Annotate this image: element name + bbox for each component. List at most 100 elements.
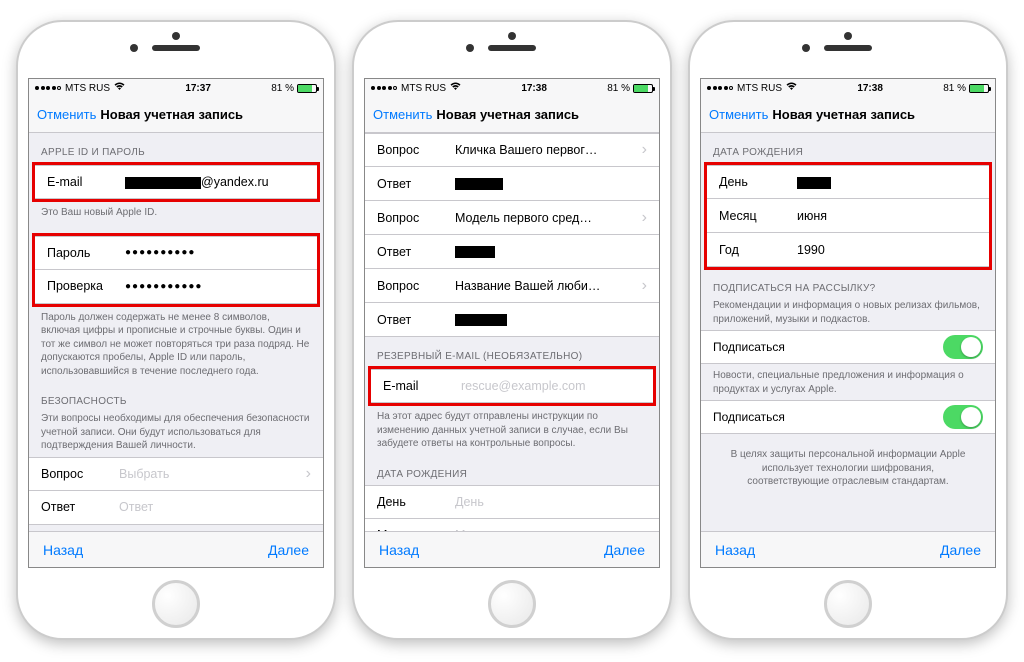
status-bar: MTS RUS 17:38 81 % — [365, 79, 659, 97]
signal-dots-icon — [35, 86, 61, 90]
highlight-password: Пароль ●●●●●●●●●● Проверка ●●●●●●●●●●● — [32, 233, 320, 307]
nav-title: Новая учетная запись — [436, 107, 579, 122]
battery-icon — [969, 84, 989, 93]
back-button[interactable]: Назад — [379, 542, 419, 558]
month-value: июня — [797, 209, 977, 223]
year-row[interactable]: Год 1990 — [707, 233, 989, 267]
toolbar: Назад Далее — [365, 531, 659, 567]
question-label: Вопрос — [377, 143, 455, 157]
answer-1-row[interactable]: Ответ — [365, 167, 659, 201]
day-row[interactable]: День День — [365, 485, 659, 519]
navigation-bar: Отменить Новая учетная запись — [29, 97, 323, 133]
sensor — [172, 32, 180, 40]
subscribe-row-1[interactable]: Подписаться — [701, 330, 995, 364]
back-button[interactable]: Назад — [715, 542, 755, 558]
screen: MTS RUS 17:38 81 % Отменить Новая учетна… — [700, 78, 996, 568]
home-button[interactable] — [488, 580, 536, 628]
phone-3: MTS RUS 17:38 81 % Отменить Новая учетна… — [688, 20, 1008, 640]
privacy-footer: В целях защиты персональной информации A… — [701, 434, 995, 493]
month-row[interactable]: Месяц июня — [707, 199, 989, 233]
content[interactable]: Вопрос Кличка Вашего первог… › Ответ Воп… — [365, 133, 659, 531]
month-placeholder: Месяц — [455, 528, 647, 531]
email-value: @yandex.ru — [125, 175, 305, 189]
clock: 17:37 — [185, 83, 211, 94]
camera — [130, 44, 138, 52]
next-button[interactable]: Далее — [268, 542, 309, 558]
question-value: Выбрать — [119, 467, 302, 481]
security-footer: Эти вопросы необходимы для обеспечения б… — [29, 412, 323, 457]
question-row[interactable]: Вопрос Выбрать › — [29, 457, 323, 491]
highlight-email: E-mail @yandex.ru — [32, 162, 320, 202]
redacted-block — [125, 177, 201, 189]
answer-3-row[interactable]: Ответ — [365, 303, 659, 337]
battery-icon — [633, 84, 653, 93]
subscribe-toggle-2[interactable] — [943, 405, 983, 429]
answer-row[interactable]: Ответ Ответ — [29, 491, 323, 525]
subscribe-toggle-1[interactable] — [943, 335, 983, 359]
sensor — [844, 32, 852, 40]
navigation-bar: Отменить Новая учетная запись — [365, 97, 659, 133]
answer-3-value — [455, 313, 647, 327]
answer-label: Ответ — [377, 313, 455, 327]
answer-2-row[interactable]: Ответ — [365, 235, 659, 269]
content[interactable]: APPLE ID И ПАРОЛЬ E-mail @yandex.ru Это … — [29, 133, 323, 531]
year-value: 1990 — [797, 243, 977, 257]
toolbar: Назад Далее — [29, 531, 323, 567]
status-bar: MTS RUS 17:38 81 % — [701, 79, 995, 97]
home-button[interactable] — [152, 580, 200, 628]
wifi-icon — [786, 82, 797, 94]
question-2-row[interactable]: Вопрос Модель первого сред… › — [365, 201, 659, 235]
answer-label: Ответ — [41, 500, 119, 514]
phone-2: MTS RUS 17:38 81 % Отменить Новая учетна… — [352, 20, 672, 640]
question-3-value: Название Вашей люби… — [455, 279, 638, 293]
carrier-label: MTS RUS — [737, 83, 782, 94]
answer-label: Ответ — [377, 245, 455, 259]
password-label: Пароль — [47, 246, 125, 260]
home-button[interactable] — [824, 580, 872, 628]
battery-pct: 81 % — [943, 83, 966, 94]
question-3-row[interactable]: Вопрос Название Вашей люби… › — [365, 269, 659, 303]
verify-label: Проверка — [47, 279, 125, 293]
day-label: День — [719, 175, 797, 189]
day-row[interactable]: День — [707, 165, 989, 199]
rescue-email-row[interactable]: E-mail rescue@example.com — [371, 369, 653, 403]
next-button[interactable]: Далее — [940, 542, 981, 558]
speaker — [488, 45, 536, 51]
subscribe-row-2[interactable]: Подписаться — [701, 400, 995, 434]
toolbar: Назад Далее — [701, 531, 995, 567]
question-1-row[interactable]: Вопрос Кличка Вашего первог… › — [365, 133, 659, 167]
signal-dots-icon — [707, 86, 733, 90]
cancel-button[interactable]: Отменить — [373, 107, 432, 122]
section-header-appleid: APPLE ID И ПАРОЛЬ — [29, 133, 323, 163]
subscribe-footer-1: Рекомендации и информация о новых релиза… — [701, 299, 995, 330]
question-1-value: Кличка Вашего первог… — [455, 143, 638, 157]
day-placeholder: День — [455, 495, 647, 509]
chevron-right-icon: › — [642, 277, 647, 295]
month-row[interactable]: Месяц Месяц — [365, 519, 659, 532]
nav-title: Новая учетная запись — [772, 107, 915, 122]
wifi-icon — [114, 82, 125, 94]
email-row[interactable]: E-mail @yandex.ru — [35, 165, 317, 199]
cancel-button[interactable]: Отменить — [709, 107, 768, 122]
camera — [466, 44, 474, 52]
email-label: E-mail — [47, 175, 125, 189]
back-button[interactable]: Назад — [43, 542, 83, 558]
cancel-button[interactable]: Отменить — [37, 107, 96, 122]
next-button[interactable]: Далее — [604, 542, 645, 558]
section-header-subscribe: ПОДПИСАТЬСЯ НА РАССЫЛКУ? — [701, 269, 995, 299]
content[interactable]: ДАТА РОЖДЕНИЯ День Месяц июня Год 1990 П… — [701, 133, 995, 531]
clock: 17:38 — [521, 83, 547, 94]
chevron-right-icon: › — [642, 209, 647, 227]
screen: MTS RUS 17:37 81 % Отменить Новая учетна… — [28, 78, 324, 568]
question-2-value: Модель первого сред… — [455, 211, 638, 225]
month-label: Месяц — [719, 209, 797, 223]
month-label: Месяц — [377, 528, 455, 531]
highlight-rescue-email: E-mail rescue@example.com — [368, 366, 656, 406]
verify-row[interactable]: Проверка ●●●●●●●●●●● — [35, 270, 317, 304]
camera — [802, 44, 810, 52]
wifi-icon — [450, 82, 461, 94]
password-row[interactable]: Пароль ●●●●●●●●●● — [35, 236, 317, 270]
sensor — [508, 32, 516, 40]
phone-1: MTS RUS 17:37 81 % Отменить Новая учетна… — [16, 20, 336, 640]
question-label: Вопрос — [41, 467, 119, 481]
